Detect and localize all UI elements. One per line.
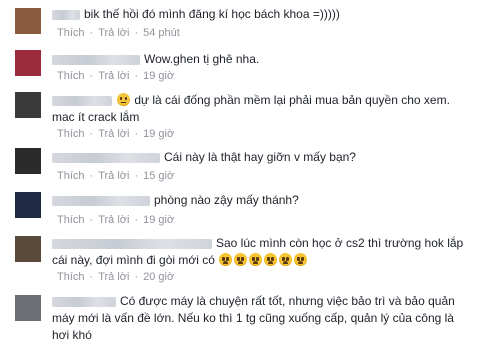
comment-actions: Thích · Trả lời · 19 giờ [57, 128, 174, 140]
commenter-name-redacted[interactable] [52, 238, 212, 249]
separator: · [134, 214, 139, 226]
comment-text: phòng nào zậy mấy thánh? [154, 193, 299, 207]
commenter-name-redacted[interactable] [52, 195, 150, 206]
reply-link[interactable]: Trả lời [98, 170, 129, 182]
separator: · [89, 70, 94, 82]
separator: · [134, 271, 139, 283]
separator: · [89, 271, 94, 283]
like-link[interactable]: Thích [57, 271, 85, 283]
commenter-name-redacted[interactable] [52, 54, 140, 65]
comment-text-line3: hơi khó [52, 328, 92, 342]
comment-actions: Thích · Trả lời · 19 giờ [57, 214, 174, 226]
commenter-name-redacted[interactable] [52, 296, 116, 307]
commenter-name-redacted[interactable] [52, 95, 112, 106]
like-link[interactable]: Thích [57, 170, 85, 182]
avatar[interactable] [15, 50, 41, 76]
reply-link[interactable]: Trả lời [98, 128, 129, 140]
crying-emoji-icon [219, 253, 233, 266]
separator: · [134, 170, 139, 182]
comment-5: phòng nào zậy mấy thánh? Thích · Trả lời · 1… [0, 190, 498, 226]
comment-body: Wow.ghen tị ghê nha. [52, 51, 492, 68]
avatar[interactable] [15, 148, 41, 174]
crying-emoji-icon [234, 253, 248, 266]
comment-text: Wow.ghen tị ghê nha. [144, 52, 260, 66]
comment-actions: Thích · Trả lời · 15 giờ [57, 170, 174, 182]
timestamp[interactable]: 19 giờ [143, 128, 174, 140]
separator: · [89, 170, 94, 182]
comment-body: dự là cái đống phần mềm lại phải mua bản… [52, 92, 492, 126]
like-link[interactable]: Thích [57, 27, 85, 39]
timestamp[interactable]: 19 giờ [143, 214, 174, 226]
timestamp[interactable]: 54 phút [143, 27, 180, 39]
avatar[interactable] [15, 236, 41, 262]
comment-6: Sao lúc mình còn học ở cs2 thì trường ho… [0, 234, 498, 286]
separator: · [134, 70, 139, 82]
crying-emoji-icon [279, 253, 293, 266]
thinking-emoji-icon [117, 93, 130, 106]
commenter-name-redacted[interactable] [52, 9, 80, 20]
reply-link[interactable]: Trả lời [98, 214, 129, 226]
comment-text-line2: mac ít crack lắm [52, 110, 140, 124]
avatar[interactable] [15, 192, 41, 218]
commenter-name-redacted[interactable] [52, 152, 160, 163]
crying-emoji-icon [294, 253, 308, 266]
like-link[interactable]: Thích [57, 214, 85, 226]
comment-1: bik thế hồi đó mình đăng kí học bách kho… [0, 6, 498, 40]
separator: · [89, 128, 94, 140]
comment-actions: Thích · Trả lời · 54 phút [57, 27, 180, 39]
comment-body: Có được máy là chuyện rất tốt, nhưng việ… [52, 293, 492, 344]
comment-actions: Thích · Trả lời · 20 giờ [57, 271, 174, 283]
comment-text-line2: máy mới là vấn đề lớn. Nếu ko thì 1 tg c… [52, 311, 454, 325]
separator: · [89, 27, 94, 39]
comment-text: Sao lúc mình còn học ở cs2 thì trường ho… [216, 236, 464, 250]
separator: · [134, 128, 139, 140]
comment-7: Có được máy là chuyện rất tốt, nhưng việ… [0, 293, 498, 342]
comment-text: dự là cái đống phần mềm lại phải mua bản… [134, 93, 450, 107]
avatar[interactable] [15, 295, 41, 321]
comment-text: bik thế hồi đó mình đăng kí học bách kho… [84, 7, 340, 21]
comment-thread: bik thế hồi đó mình đăng kí học bách kho… [0, 0, 498, 342]
reply-link[interactable]: Trả lời [98, 271, 129, 283]
comment-body: bik thế hồi đó mình đăng kí học bách kho… [52, 6, 492, 23]
comment-body: phòng nào zậy mấy thánh? [52, 192, 492, 209]
comment-text: Có được máy là chuyện rất tốt, nhưng việ… [120, 294, 455, 308]
comment-text: Cái này là thật hay giỡn v mấy bạn? [164, 150, 356, 164]
comment-body: Cái này là thật hay giỡn v mấy bạn? [52, 149, 492, 166]
crying-emoji-icon [249, 253, 263, 266]
comment-actions: Thích · Trả lời · 19 giờ [57, 70, 174, 82]
timestamp[interactable]: 15 giờ [143, 170, 174, 182]
comment-text-line2: cái này, đợi mình đi gòi mới có [52, 253, 215, 267]
reply-link[interactable]: Trả lời [98, 70, 129, 82]
comment-3: dự là cái đống phần mềm lại phải mua bản… [0, 90, 498, 142]
timestamp[interactable]: 19 giờ [143, 70, 174, 82]
avatar[interactable] [15, 92, 41, 118]
like-link[interactable]: Thích [57, 70, 85, 82]
crying-emoji-icon [264, 253, 278, 266]
comment-4: Cái này là thật hay giỡn v mấy bạn? Thíc… [0, 146, 498, 182]
reply-link[interactable]: Trả lời [98, 27, 129, 39]
separator: · [89, 214, 94, 226]
like-link[interactable]: Thích [57, 128, 85, 140]
comment-body: Sao lúc mình còn học ở cs2 thì trường ho… [52, 235, 492, 269]
timestamp[interactable]: 20 giờ [143, 271, 174, 283]
avatar[interactable] [15, 8, 41, 34]
comment-2: Wow.ghen tị ghê nha. Thích · Trả lời · 19 gi… [0, 48, 498, 84]
separator: · [134, 27, 139, 39]
